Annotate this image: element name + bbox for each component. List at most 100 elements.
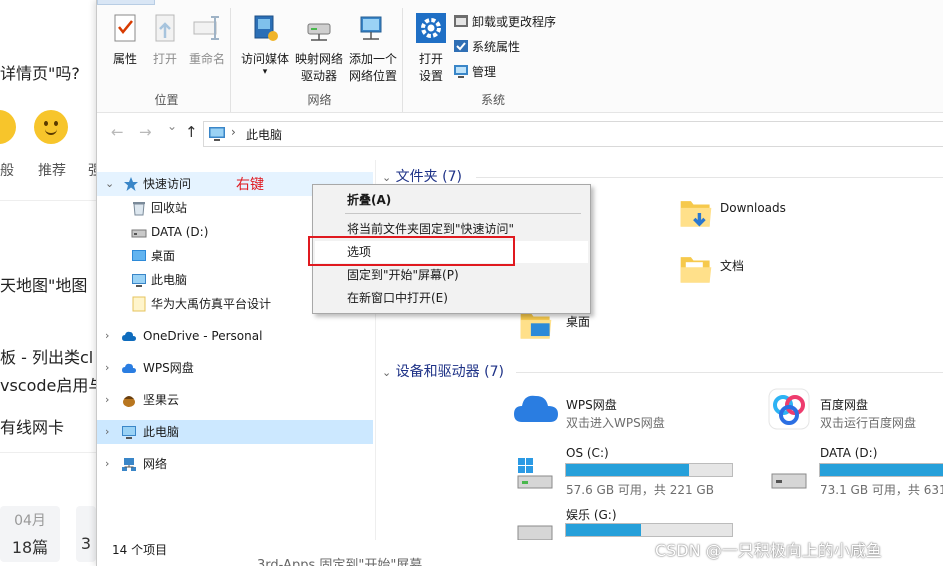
annotation-right-click: 右键 [236,177,264,193]
open-button[interactable]: 打开 [147,12,183,68]
rename-button[interactable]: 重命名 [187,12,227,68]
network-location-icon [360,16,382,40]
ribbon-group-label: 位置 [154,93,179,107]
chevron-down-icon[interactable]: ⌄ [105,172,114,196]
drive-name[interactable]: OS (C:) [566,446,609,460]
bg-rating-label[interactable]: 推荐 [38,160,66,180]
drive-description: 双击运行百度网盘 [820,416,917,430]
drive-free-space: 57.6 GB 可用，共 221 GB [566,483,714,497]
system-properties-icon [454,40,468,52]
wps-drive-icon[interactable] [512,388,560,428]
chevron-right-icon[interactable]: › [105,420,109,444]
menu-item-collapse[interactable]: 折叠(A) [315,189,588,211]
drive-name[interactable]: WPS网盘 [566,396,617,413]
data-drive-icon[interactable] [768,460,812,494]
programs-icon [454,15,468,27]
rename-icon [193,16,219,40]
cloud-icon [122,331,136,341]
back-arrow-icon[interactable]: ← [111,123,124,141]
os-drive-icon[interactable] [514,456,558,492]
archive-card[interactable]: 04月 18篇 [0,506,60,562]
smile-emoji-icon[interactable] [34,110,68,144]
nav-this-pc[interactable]: › 此电脑 [97,420,373,444]
chevron-right-icon[interactable]: › [105,324,109,348]
drives-section-header[interactable]: ⌄ 设备和驱动器 (7) [382,361,504,381]
chevron-right-icon[interactable]: › [105,356,109,380]
menu-item-open-new-window[interactable]: 在新窗口中打开(E) [315,287,588,309]
open-settings-button[interactable]: 打开 设置 [411,12,451,85]
folder-label[interactable]: 桌面 [566,313,590,330]
chevron-right-icon[interactable]: › [105,388,109,412]
ribbon-tab[interactable] [97,0,155,5]
drive-icon [131,229,147,238]
bg-text[interactable]: vscode启用与 [0,372,104,396]
ribbon-group-location: 属性 打开 重命名 位置 [103,8,231,112]
background-bottom-strip: 3rd-Apps 固定到"开始"屏幕 [257,558,423,566]
star-icon [124,177,138,191]
watermark: CSDN @一只积极向上的小咸鱼 [655,541,882,560]
desktop-icon [132,250,146,261]
downloads-folder-icon[interactable] [676,196,716,230]
system-properties-button[interactable]: 系统属性 [453,37,520,57]
up-arrow-icon[interactable]: ↑ [185,123,198,141]
archive-card[interactable]: 3 [76,506,96,562]
ribbon-group-system: 打开 设置 卸载或更改程序 系统属性 管理 系统 [409,8,577,112]
nav-network[interactable]: › 网络 [97,452,373,476]
address-input[interactable]: › 此电脑 [203,121,943,147]
properties-button[interactable]: 属性 [107,12,143,68]
network-drive-icon [307,23,331,41]
nav-onedrive[interactable]: › OneDrive - Personal [97,324,373,348]
drive-description: 双击进入WPS网盘 [566,416,665,430]
folders-section-header[interactable]: ⌄ 文件夹 (7) [382,166,462,186]
network-icon [122,458,136,471]
media-icon [254,15,278,41]
drive-usage-bar [565,523,733,537]
computer-icon [132,274,146,287]
nut-icon [123,396,135,407]
uninstall-program-button[interactable]: 卸载或更改程序 [453,12,556,32]
bg-text: 详情页"吗? [0,64,80,83]
nav-jianguo-cloud[interactable]: › 坚果云 [97,388,373,412]
bg-text[interactable]: 天地图"地图 [0,272,87,296]
map-network-drive-button[interactable]: 映射网络 驱动器 [293,12,345,85]
wps-cloud-icon [122,363,136,373]
ribbon-group-network: 访问媒体 ▾ 映射网络 驱动器 添加一个 网络位置 网络 [237,8,403,112]
bg-text[interactable]: 板 - 列出类cl [0,344,93,368]
drive-free-space: 73.1 GB 可用，共 631 GB [820,483,943,497]
address-bar-row: ← → ⌄ ↑ › 此电脑 [97,113,943,153]
access-media-button[interactable]: 访问媒体 ▾ [239,12,291,77]
computer-icon [209,127,225,141]
drive-usage-bar [819,463,943,477]
recycle-bin-icon [133,202,145,216]
drive-icon[interactable] [514,520,558,540]
breadcrumb-separator[interactable]: › [231,125,236,139]
drive-name[interactable]: 娱乐 (G:) [566,506,617,523]
add-network-location-button[interactable]: 添加一个 网络位置 [347,12,399,85]
ribbon-group-label: 系统 [480,93,505,107]
manage-button[interactable]: 管理 [453,62,496,82]
ribbon: 属性 打开 重命名 位置 访问媒体 ▾ 映射网络 驱动器 添加一个 网络位置 网… [97,0,943,113]
bg-text[interactable]: 有线网卡 [0,414,64,438]
folder-label[interactable]: 文档 [720,257,744,274]
item-count: 14 个项目 [112,543,168,557]
folder-label[interactable]: Downloads [720,201,786,215]
documents-folder-icon[interactable] [676,252,716,286]
drive-name[interactable]: DATA (D:) [820,446,877,460]
bg-rating-label[interactable]: 般 [0,160,14,180]
menu-item-pin-start[interactable]: 固定到"开始"屏幕(P) [315,264,588,286]
manage-icon [454,65,468,78]
open-icon [155,14,175,42]
drive-usage-bar [565,463,733,477]
folder-icon [132,296,146,312]
breadcrumb-this-pc[interactable]: 此电脑 [246,126,282,143]
forward-arrow-icon[interactable]: → [139,123,152,141]
gear-icon [416,13,446,43]
drive-name[interactable]: 百度网盘 [820,396,868,413]
properties-icon [114,14,136,42]
menu-separator [345,213,581,214]
chevron-right-icon[interactable]: › [105,452,109,476]
emoji-icon [0,110,16,144]
recent-locations-icon[interactable]: ⌄ [167,119,177,133]
baidu-netdisk-icon[interactable] [768,388,810,430]
nav-wps-drive[interactable]: › WPS网盘 [97,356,373,380]
